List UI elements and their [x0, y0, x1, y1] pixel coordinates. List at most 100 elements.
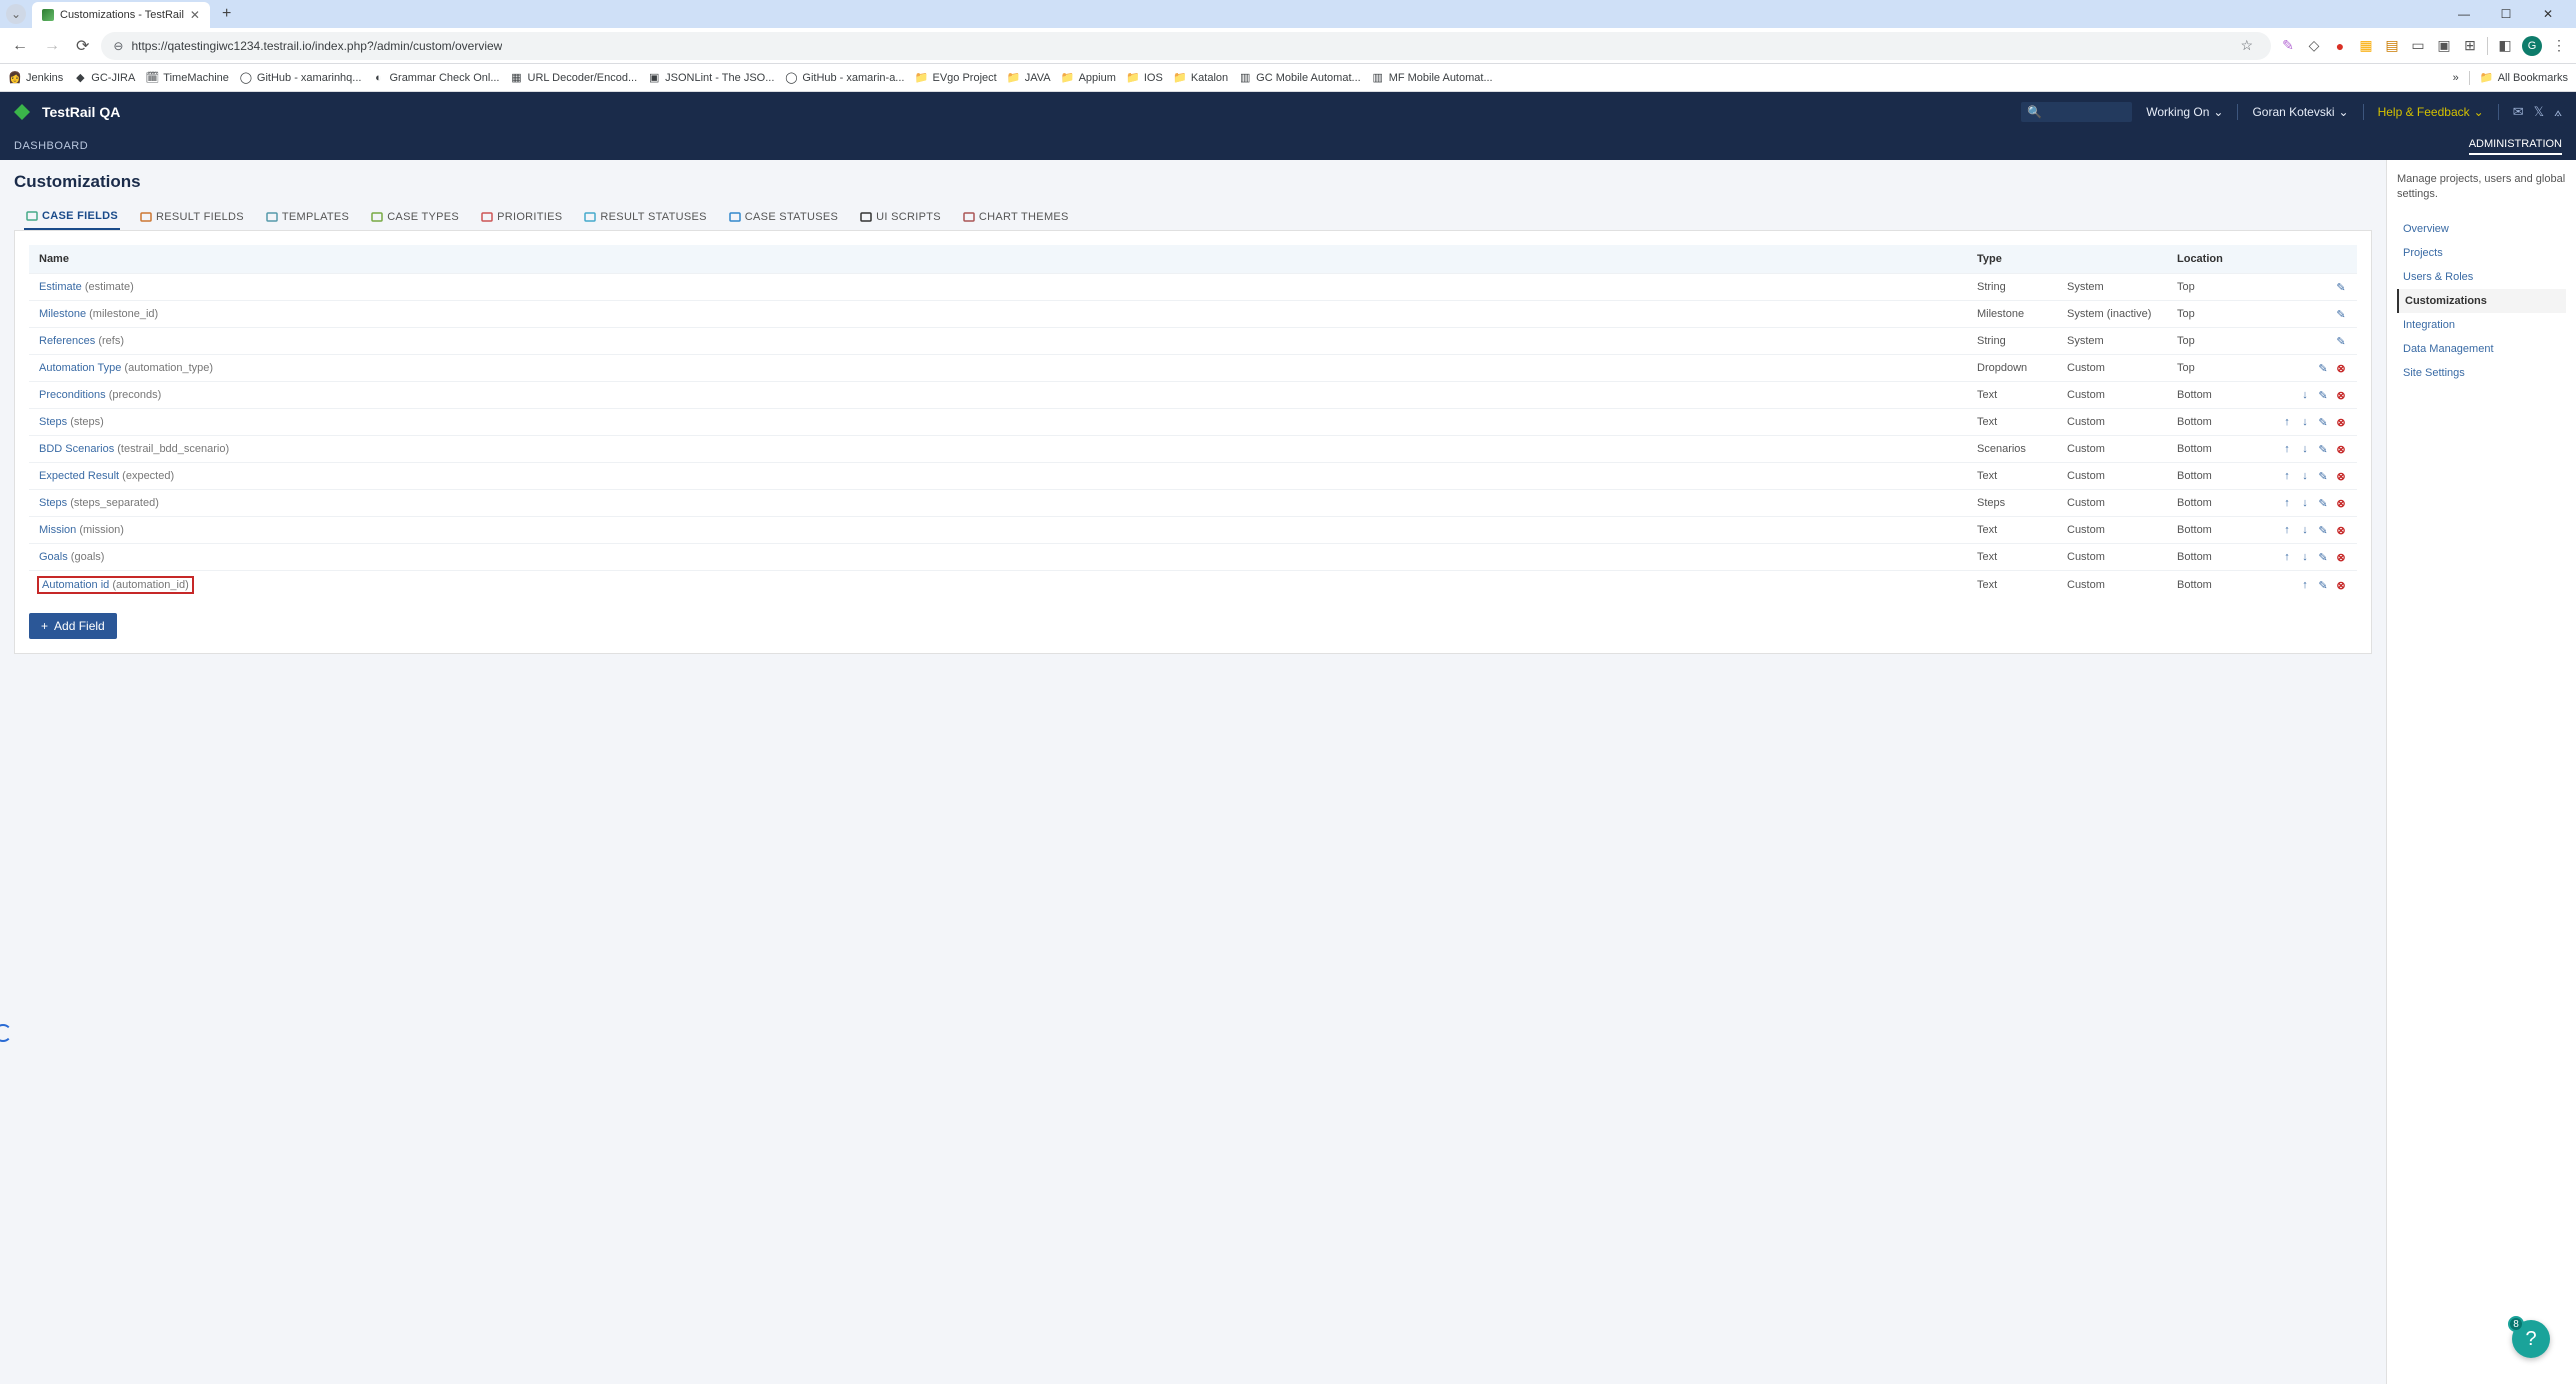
bookmark-item[interactable]: ▥MF Mobile Automat... — [1371, 71, 1493, 85]
bookmarks-overflow[interactable]: » — [2453, 72, 2459, 84]
sidebar-link-projects[interactable]: Projects — [2397, 241, 2566, 265]
sidebar-link-site-settings[interactable]: Site Settings — [2397, 361, 2566, 385]
delete-icon[interactable]: ⊗ — [2335, 416, 2347, 428]
bookmark-item[interactable]: 👩Jenkins — [8, 71, 63, 85]
bookmark-item[interactable]: ◐Grammar Check Onl... — [371, 71, 499, 85]
move-down-icon[interactable]: ↓ — [2299, 524, 2311, 536]
extensions-icon[interactable]: ⊞ — [2461, 37, 2479, 55]
mail-icon[interactable]: ✉ — [2513, 104, 2524, 120]
field-name-link[interactable]: Automation id — [42, 579, 109, 591]
move-up-icon[interactable]: ↑ — [2299, 579, 2311, 591]
edit-icon[interactable]: ✎ — [2335, 308, 2347, 320]
bookmark-item[interactable]: Appium — [1061, 71, 1116, 85]
address-bar[interactable]: ⊖ https://qatestingiwc1234.testrail.io/i… — [101, 32, 2271, 60]
sidebar-link-customizations[interactable]: Customizations — [2397, 289, 2566, 313]
move-up-icon[interactable]: ↑ — [2281, 443, 2293, 455]
bookmark-item[interactable]: EVgo Project — [914, 71, 996, 85]
bookmark-item[interactable]: Katalon — [1173, 71, 1228, 85]
sidebar-link-integration[interactable]: Integration — [2397, 313, 2566, 337]
move-up-icon[interactable]: ↑ — [2281, 416, 2293, 428]
delete-icon[interactable]: ⊗ — [2335, 551, 2347, 563]
all-bookmarks[interactable]: All Bookmarks — [2480, 71, 2568, 85]
edit-icon[interactable]: ✎ — [2317, 579, 2329, 591]
bookmark-item[interactable]: ▣JSONLint - The JSO... — [647, 71, 774, 85]
bookmark-item[interactable]: ◯GitHub - xamarin-a... — [784, 71, 904, 85]
add-field-button[interactable]: +Add Field — [29, 613, 117, 639]
user-menu[interactable]: Goran Kotevski ⌄ — [2252, 105, 2348, 119]
ext-icon-diamond[interactable]: ◇ — [2305, 37, 2323, 55]
twitter-icon[interactable]: 𝕏 — [2534, 104, 2544, 120]
edit-icon[interactable]: ✎ — [2317, 524, 2329, 536]
nav-forward-icon[interactable]: → — [40, 35, 64, 57]
edit-icon[interactable]: ✎ — [2317, 389, 2329, 401]
profile-avatar[interactable]: G — [2522, 36, 2542, 56]
delete-icon[interactable]: ⊗ — [2335, 443, 2347, 455]
delete-icon[interactable]: ⊗ — [2335, 389, 2347, 401]
edit-icon[interactable]: ✎ — [2335, 335, 2347, 347]
browser-menu-icon[interactable]: ⋮ — [2550, 37, 2568, 55]
edit-icon[interactable]: ✎ — [2317, 443, 2329, 455]
tab-case-statuses[interactable]: CASE STATUSES — [727, 204, 840, 230]
move-up-icon[interactable]: ↑ — [2281, 497, 2293, 509]
field-name-link[interactable]: Expected Result — [39, 470, 119, 482]
move-down-icon[interactable]: ↓ — [2299, 443, 2311, 455]
ext-icon-pencil[interactable]: ✎ — [2279, 37, 2297, 55]
browser-tab[interactable]: Customizations - TestRail ✕ — [32, 2, 210, 28]
field-name-link[interactable]: BDD Scenarios — [39, 443, 114, 455]
sidebar-link-users-roles[interactable]: Users & Roles — [2397, 265, 2566, 289]
move-up-icon[interactable]: ↑ — [2281, 470, 2293, 482]
tab-priorities[interactable]: PRIORITIES — [479, 204, 564, 230]
nav-reload-icon[interactable]: ⟳ — [72, 34, 93, 58]
field-name-link[interactable]: References — [39, 335, 95, 347]
window-minimize[interactable]: — — [2450, 7, 2478, 21]
ext-icon-circle-red[interactable]: ● — [2331, 37, 2349, 55]
delete-icon[interactable]: ⊗ — [2335, 470, 2347, 482]
edit-icon[interactable]: ✎ — [2317, 497, 2329, 509]
window-maximize[interactable]: ☐ — [2492, 7, 2520, 21]
bookmark-item[interactable]: ◆GC-JIRA — [73, 71, 135, 85]
help-bubble[interactable]: 8 ? — [2512, 1320, 2550, 1358]
tab-chart-themes[interactable]: CHART THEMES — [961, 204, 1071, 230]
edit-icon[interactable]: ✎ — [2335, 281, 2347, 293]
move-down-icon[interactable]: ↓ — [2299, 551, 2311, 563]
ext-icon-grid[interactable]: ▦ — [2357, 37, 2375, 55]
nav-dashboard[interactable]: DASHBOARD — [14, 140, 88, 152]
global-search[interactable]: 🔍 — [2021, 102, 2132, 122]
tab-ui-scripts[interactable]: UI SCRIPTS — [858, 204, 943, 230]
tab-case-fields[interactable]: CASE FIELDS — [24, 204, 120, 230]
sidebar-link-data-management[interactable]: Data Management — [2397, 337, 2566, 361]
sidebar-link-overview[interactable]: Overview — [2397, 217, 2566, 241]
tab-close-icon[interactable]: ✕ — [190, 8, 200, 22]
bookmark-item[interactable]: 🗓TimeMachine — [145, 71, 229, 85]
ext-icon-square[interactable]: ▣ — [2435, 37, 2453, 55]
help-menu[interactable]: Help & Feedback ⌄ — [2378, 105, 2484, 119]
field-name-link[interactable]: Automation Type — [39, 362, 121, 374]
field-name-link[interactable]: Preconditions — [39, 389, 106, 401]
new-tab-button[interactable]: + — [216, 5, 237, 23]
bookmark-item[interactable]: ▥GC Mobile Automat... — [1238, 71, 1361, 85]
edit-icon[interactable]: ✎ — [2317, 362, 2329, 374]
move-up-icon[interactable]: ↑ — [2281, 524, 2293, 536]
ext-icon-rect[interactable]: ▭ — [2409, 37, 2427, 55]
tab-templates[interactable]: TEMPLATES — [264, 204, 351, 230]
bookmark-item[interactable]: ▦URL Decoder/Encod... — [510, 71, 638, 85]
delete-icon[interactable]: ⊗ — [2335, 497, 2347, 509]
nav-back-icon[interactable]: ← — [8, 35, 32, 57]
move-down-icon[interactable]: ↓ — [2299, 497, 2311, 509]
site-info-icon[interactable]: ⊖ — [113, 39, 123, 53]
delete-icon[interactable]: ⊗ — [2335, 579, 2347, 591]
move-down-icon[interactable]: ↓ — [2299, 470, 2311, 482]
bookmark-item[interactable]: JAVA — [1007, 71, 1051, 85]
tab-result-statuses[interactable]: RESULT STATUSES — [582, 204, 708, 230]
edit-icon[interactable]: ✎ — [2317, 470, 2329, 482]
move-up-icon[interactable]: ↑ — [2281, 551, 2293, 563]
search-input[interactable] — [2046, 105, 2126, 119]
move-down-icon[interactable]: ↓ — [2299, 416, 2311, 428]
working-on-menu[interactable]: Working On ⌄ — [2146, 105, 2223, 119]
field-name-link[interactable]: Milestone — [39, 308, 86, 320]
tab-search-button[interactable]: ⌄ — [6, 4, 26, 24]
edit-icon[interactable]: ✎ — [2317, 551, 2329, 563]
tab-case-types[interactable]: CASE TYPES — [369, 204, 461, 230]
field-name-link[interactable]: Estimate — [39, 281, 82, 293]
bookmark-item[interactable]: IOS — [1126, 71, 1163, 85]
